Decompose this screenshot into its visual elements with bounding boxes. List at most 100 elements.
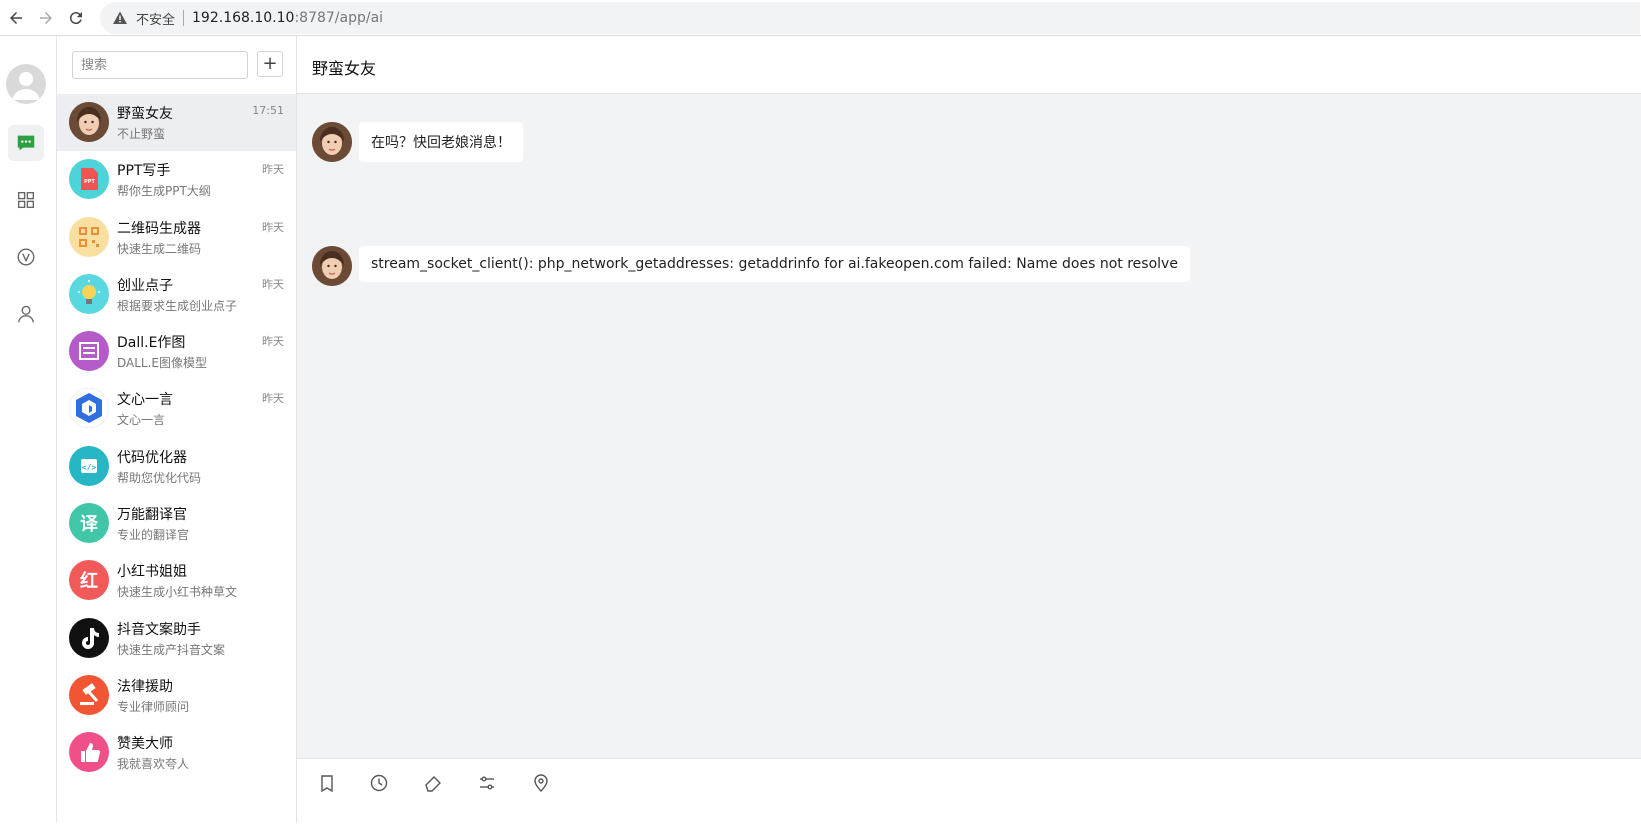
- rail-vip[interactable]: [8, 239, 44, 275]
- settings-sliders-icon[interactable]: [477, 773, 497, 793]
- conversation-item[interactable]: PPT PPT写手 帮你生成PPT大纲 昨天: [57, 151, 296, 208]
- ppt-icon: PPT: [69, 159, 109, 200]
- conversation-title: 二维码生成器: [117, 220, 201, 237]
- conversation-title: 创业点子: [117, 277, 173, 294]
- add-conversation-button[interactable]: +: [257, 51, 283, 77]
- conversation-title: 文心一言: [117, 392, 173, 409]
- conversation-subtitle: 文心一言: [117, 413, 166, 428]
- svg-text:PPT: PPT: [84, 179, 95, 185]
- conversation-title: 代码优化器: [117, 449, 187, 466]
- default-avatar-icon: [12, 72, 40, 100]
- avatar-photo-icon: [312, 246, 352, 286]
- conversation-list-pane: + 野蛮女友不止野蛮17:51PPTPPT写手帮你生成PPT大纲昨天二维码生成器…: [57, 36, 297, 823]
- conversation-item[interactable]: Dall.E作图 DALL.E图像模型 昨天: [57, 323, 296, 380]
- conversation-subtitle: DALL.E图像模型: [117, 356, 208, 371]
- url-host: 192.168.10.10: [192, 10, 295, 26]
- security-label: 不安全: [136, 12, 176, 28]
- tiktok-icon: [69, 617, 109, 658]
- back-arrow-icon: [10, 12, 22, 24]
- conversation-item[interactable]: 文心一言 文心一言 昨天: [57, 380, 296, 437]
- conversation-subtitle: 快速生成产抖音文案: [117, 642, 226, 657]
- bot-avatar: [312, 122, 352, 162]
- conversation-time: 昨天: [262, 392, 284, 406]
- bot-avatar: [312, 246, 352, 286]
- user-avatar[interactable]: [6, 64, 46, 104]
- conversation-subtitle: 快速生成小红书种草文: [117, 585, 238, 600]
- conversation-title: 野蛮女友: [117, 106, 173, 122]
- chat-icon: [17, 135, 35, 151]
- address-bar[interactable]: 不安全 192.168.10.10:8787/app/ai: [100, 2, 1640, 34]
- rail-profile[interactable]: [8, 296, 44, 332]
- message-bubble: 在吗？快回老娘消息！: [359, 122, 523, 162]
- conversation-title: 小红书姐姐: [117, 564, 187, 581]
- conversation-item[interactable]: 红小红书姐姐快速生成小红书种草文: [57, 552, 296, 609]
- xiaohongshu-icon: 红: [69, 560, 109, 601]
- conversation-title: PPT写手: [117, 163, 171, 180]
- search-input[interactable]: [72, 51, 248, 79]
- wenxin-logo-icon: [69, 388, 109, 429]
- rail-apps[interactable]: [8, 182, 44, 218]
- conversation-item[interactable]: 创业点子根据要求生成创业点子 昨天: [57, 266, 296, 323]
- qrcode-icon: [69, 216, 109, 257]
- conversation-item[interactable]: 野蛮女友不止野蛮 17:51: [57, 94, 296, 152]
- message-row: 在吗？快回老娘消息！: [312, 122, 523, 162]
- lightbulb-icon: [69, 273, 109, 314]
- conversation-time: 昨天: [262, 335, 284, 349]
- warning-icon: [113, 11, 127, 24]
- conversation-item[interactable]: 法律援助专业律师顾问: [57, 667, 296, 724]
- conversation-title: 万能翻译官: [117, 507, 187, 524]
- conversation-subtitle: 快速生成二维码: [117, 241, 202, 256]
- conversation-time: 昨天: [262, 220, 284, 234]
- conversation-time: 昨天: [262, 163, 284, 177]
- url-path: :8787/app/ai: [294, 10, 384, 26]
- vip-icon: [17, 248, 35, 266]
- conversation-subtitle: 专业律师顾问: [117, 699, 190, 714]
- avatar-photo-icon: [312, 122, 352, 162]
- gavel-icon: [69, 674, 109, 715]
- conversation-title: 法律援助: [117, 678, 173, 695]
- location-pin-icon[interactable]: [531, 773, 551, 793]
- conversation-item[interactable]: </> 代码优化器帮助您优化代码: [57, 438, 296, 495]
- thumbs-up-icon: [69, 732, 109, 773]
- back-button[interactable]: [4, 6, 28, 30]
- conversation-subtitle: 不止野蛮: [117, 127, 166, 141]
- browser-toolbar: 不安全 192.168.10.10:8787/app/ai: [0, 0, 1641, 36]
- conversation-time: 17:51: [252, 104, 284, 117]
- conversation-item[interactable]: 抖音文案助手快速生成产抖音文案: [57, 610, 296, 667]
- conversation-subtitle: 专业的翻译官: [117, 528, 190, 543]
- painting-icon: [69, 331, 109, 372]
- conversation-subtitle: 帮助您优化代码: [117, 470, 202, 485]
- rail-chat[interactable]: [8, 125, 44, 161]
- code-icon: </>: [69, 445, 109, 486]
- chat-title: 野蛮女友: [312, 59, 377, 78]
- input-toolbar: [297, 758, 1641, 824]
- search-row: +: [57, 36, 296, 94]
- svg-text:</>: </>: [82, 463, 97, 472]
- forward-button[interactable]: [34, 6, 58, 30]
- conversation-subtitle: 我就喜欢夸人: [117, 757, 190, 772]
- conversation-title: Dall.E作图: [117, 335, 186, 352]
- forward-arrow-icon: [40, 12, 52, 24]
- bookmark-icon[interactable]: [317, 773, 337, 793]
- conversation-subtitle: 根据要求生成创业点子: [117, 298, 238, 313]
- message-row: stream_socket_client(): php_network_geta…: [312, 246, 1190, 286]
- conversation-title: 抖音文案助手: [117, 621, 201, 638]
- url-separator: [183, 10, 185, 26]
- conversation-item[interactable]: 译万能翻译官专业的翻译官: [57, 495, 296, 552]
- conversation-list: 野蛮女友 不止野蛮 17:51 PPT PPT写手 帮你生成PPT大纲 昨天 二维码生成器 快速…: [57, 94, 296, 782]
- reload-icon: [69, 12, 82, 25]
- conversation-item[interactable]: 赞美大师我就喜欢夸人: [57, 724, 296, 781]
- left-nav-rail: [0, 36, 57, 823]
- chat-header: 野蛮女友: [297, 36, 1641, 94]
- apps-grid-icon: [17, 191, 35, 209]
- conversation-time: 昨天: [262, 277, 284, 291]
- chat-pane: 野蛮女友 在吗？快回老娘消息！ stream_socket_client(): …: [297, 36, 1641, 824]
- conversation-avatar: [69, 102, 109, 142]
- translate-icon: 译: [69, 503, 109, 544]
- eraser-icon[interactable]: [423, 773, 443, 793]
- conversation-title: 赞美大师: [117, 736, 173, 753]
- conversation-item[interactable]: 二维码生成器 快速生成二维码 昨天: [57, 209, 296, 266]
- error-message-bubble: stream_socket_client(): php_network_geta…: [359, 246, 1190, 282]
- reload-button[interactable]: [64, 6, 88, 30]
- history-clock-icon[interactable]: [369, 773, 389, 793]
